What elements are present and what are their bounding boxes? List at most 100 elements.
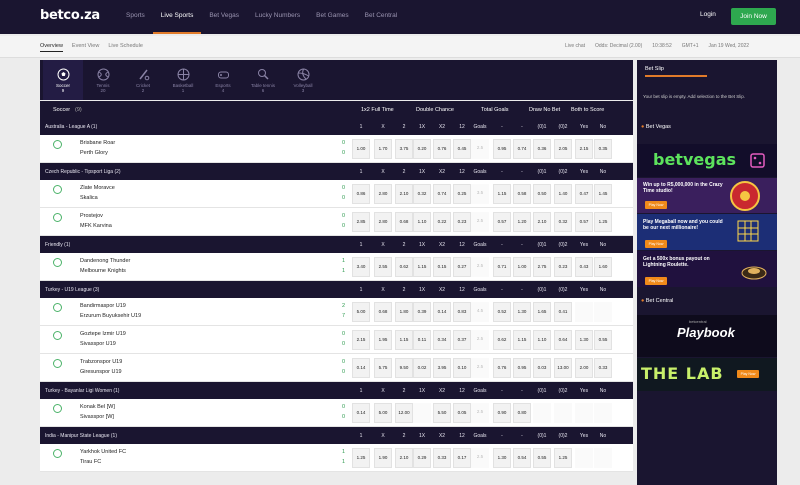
promo-betvegas[interactable]: betvegas <box>637 144 777 177</box>
sport-tab-cricket[interactable]: Cricket 2 <box>123 60 163 100</box>
odds-button[interactable]: 0.64 <box>554 330 572 350</box>
league-header[interactable]: Friendly (1) 1 X 2 1X X2 12 Goals - - (0)1 (0)2 Yes N… <box>40 236 633 253</box>
odds-button[interactable]: 0.52 <box>493 302 511 322</box>
odds-button[interactable]: 0.20 <box>413 139 431 159</box>
match-row[interactable]: Brisbane Roar Perth Glory 0 0 1.00 1.70 3.75 0.… <box>40 135 660 163</box>
nav-item-sports[interactable]: Sports <box>118 0 153 34</box>
odds-button[interactable]: 0.34 <box>433 330 451 350</box>
odds-button[interactable]: 5.75 <box>374 358 392 378</box>
odds-button[interactable]: 0.43 <box>575 257 593 277</box>
odds-button[interactable]: 1.60 <box>594 257 612 277</box>
odds-button[interactable]: 2.10 <box>395 448 413 468</box>
odds-button[interactable]: 0.23 <box>453 212 471 232</box>
sport-tab-tennis[interactable]: Tennis 20 <box>83 60 123 100</box>
odds-button[interactable]: 1.30 <box>493 448 511 468</box>
odds-button[interactable]: 2.00 <box>575 358 593 378</box>
odds-button[interactable]: 0.90 <box>493 403 511 423</box>
odds-button[interactable]: 0.74 <box>513 139 531 159</box>
odds-button[interactable]: 5.00 <box>352 302 370 322</box>
nav-item-bet-vegas[interactable]: Bet Vegas <box>201 0 247 34</box>
play-now-button[interactable]: Play Now <box>645 201 667 209</box>
odds-button[interactable]: 0.76 <box>433 139 451 159</box>
sport-tab-esports[interactable]: Esports 4 <box>203 60 243 100</box>
odds-button[interactable]: 2.10 <box>533 212 551 232</box>
odds-button[interactable]: 0.68 <box>374 302 392 322</box>
odds-button[interactable]: 0.03 <box>533 358 551 378</box>
sport-tab-soccer[interactable]: Soccer 9 <box>43 60 83 100</box>
odds-button[interactable]: 1.90 <box>374 448 392 468</box>
odds-button[interactable]: 1.15 <box>493 184 511 204</box>
odds-button[interactable]: 1.00 <box>513 257 531 277</box>
odds-button[interactable]: 0.05 <box>453 403 471 423</box>
login-link[interactable]: Login <box>700 11 716 18</box>
league-header[interactable]: Turkey - U19 League (3) 1 X 2 1X X2 12 Goals - -(… <box>40 281 633 298</box>
odds-button[interactable]: 0.95 <box>513 358 531 378</box>
odds-button[interactable]: 0.76 <box>493 358 511 378</box>
odds-button[interactable]: 1.30 <box>513 302 531 322</box>
promo-megaball[interactable]: Play Megaball now and you could be our n… <box>637 214 777 250</box>
odds-button[interactable]: 0.41 <box>554 302 572 322</box>
odds-button[interactable]: 1.15 <box>513 330 531 350</box>
sport-tab-table-tennis[interactable]: Table tennis 6 <box>243 60 283 100</box>
odds-button[interactable]: 2.80 <box>374 184 392 204</box>
odds-button[interactable]: 1.45 <box>594 184 612 204</box>
odds-button[interactable]: 1.30 <box>575 330 593 350</box>
nav-item-live-sports[interactable]: Live Sports <box>152 0 202 34</box>
timezone-select[interactable]: GMT+1 <box>682 43 699 49</box>
odds-button[interactable]: 0.14 <box>433 302 451 322</box>
odds-button[interactable]: 1.25 <box>352 448 370 468</box>
odds-button[interactable]: 5.00 <box>374 403 392 423</box>
odds-button[interactable]: 2.55 <box>374 257 392 277</box>
odds-button[interactable]: 3.75 <box>395 139 413 159</box>
odds-button[interactable]: 0.86 <box>352 184 370 204</box>
odds-button[interactable]: 0.32 <box>554 212 572 232</box>
odds-button[interactable]: 12.00 <box>395 403 413 423</box>
odds-button[interactable]: 1.10 <box>413 212 431 232</box>
odds-button[interactable]: 9.50 <box>395 358 413 378</box>
odds-button[interactable]: 1.15 <box>413 257 431 277</box>
odds-button[interactable]: 1.65 <box>533 302 551 322</box>
odds-button[interactable]: 0.23 <box>554 257 572 277</box>
odds-button[interactable]: 0.55 <box>533 448 551 468</box>
match-row[interactable]: Prostejov MFK Karvina 0 0 2.85 2.80 0.68 1.10 0.… <box>40 208 660 236</box>
league-header[interactable]: India - Manipur State League (1) 1 X 2 1X X2 1… <box>40 427 633 444</box>
odds-button[interactable]: 1.95 <box>374 330 392 350</box>
odds-button[interactable]: 0.11 <box>413 330 431 350</box>
odds-button[interactable]: 1.25 <box>594 212 612 232</box>
odds-button[interactable]: 0.33 <box>594 358 612 378</box>
odds-button[interactable]: 0.37 <box>453 330 471 350</box>
logo[interactable]: betco.za <box>40 8 100 23</box>
odds-button[interactable]: 1.25 <box>554 448 572 468</box>
match-row[interactable]: Bandirmaspor U19 Erzurum Buyuksehir U19 2 7… <box>40 298 660 326</box>
match-row[interactable]: Goztepe Izmir U19 Sivasspor U19 0 0 2.15 1.95… <box>40 326 660 354</box>
odds-button[interactable]: 0.55 <box>594 330 612 350</box>
play-now-button[interactable]: Play Now <box>737 370 759 378</box>
promo-crazy-time[interactable]: Win up to R5,000,000 in the Crazy Time s… <box>637 178 777 213</box>
play-now-button[interactable]: Play Now <box>645 277 667 285</box>
odds-button[interactable]: 0.95 <box>493 139 511 159</box>
match-row[interactable]: Trabzonspor U19 Giresunspor U19 0 0 0.14 5.75… <box>40 354 660 382</box>
promo-the-lab[interactable]: THE LAB Play Now <box>637 358 777 391</box>
odds-button[interactable]: 0.57 <box>575 212 593 232</box>
promo-lightning-roulette[interactable]: Get a 500x bonus payout on Lightning Rou… <box>637 251 777 287</box>
nav-item-bet-central[interactable]: Bet Central <box>357 0 406 34</box>
match-row[interactable]: Dandenong Thunder Melbourne Knights 1 1 3.40… <box>40 253 660 281</box>
odds-button[interactable]: 0.57 <box>493 212 511 232</box>
odds-button[interactable]: 0.35 <box>594 139 612 159</box>
promo-playbook[interactable]: betcentral Playbook <box>637 315 777 357</box>
odds-button[interactable]: 3.95 <box>433 358 451 378</box>
odds-button[interactable]: 0.15 <box>433 257 451 277</box>
odds-button[interactable]: 0.80 <box>513 403 531 423</box>
live-chat-link[interactable]: Live chat <box>565 43 585 49</box>
bet-slip-tab[interactable]: Bet Slip <box>645 66 707 77</box>
odds-button[interactable]: 2.05 <box>554 139 572 159</box>
odds-button[interactable]: 2.75 <box>533 257 551 277</box>
odds-button[interactable]: 1.20 <box>513 212 531 232</box>
odds-button[interactable]: 1.00 <box>352 139 370 159</box>
odds-button[interactable]: 0.29 <box>413 448 431 468</box>
odds-button[interactable]: 0.02 <box>413 358 431 378</box>
odds-button[interactable]: 0.27 <box>453 257 471 277</box>
league-header[interactable]: Turkey - Bayanlar Ligi Women (1) 1 X 2 1X X2 1… <box>40 382 633 399</box>
nav-item-lucky-numbers[interactable]: Lucky Numbers <box>247 0 308 34</box>
sport-tab-basketball[interactable]: Basketball 1 <box>163 60 203 100</box>
